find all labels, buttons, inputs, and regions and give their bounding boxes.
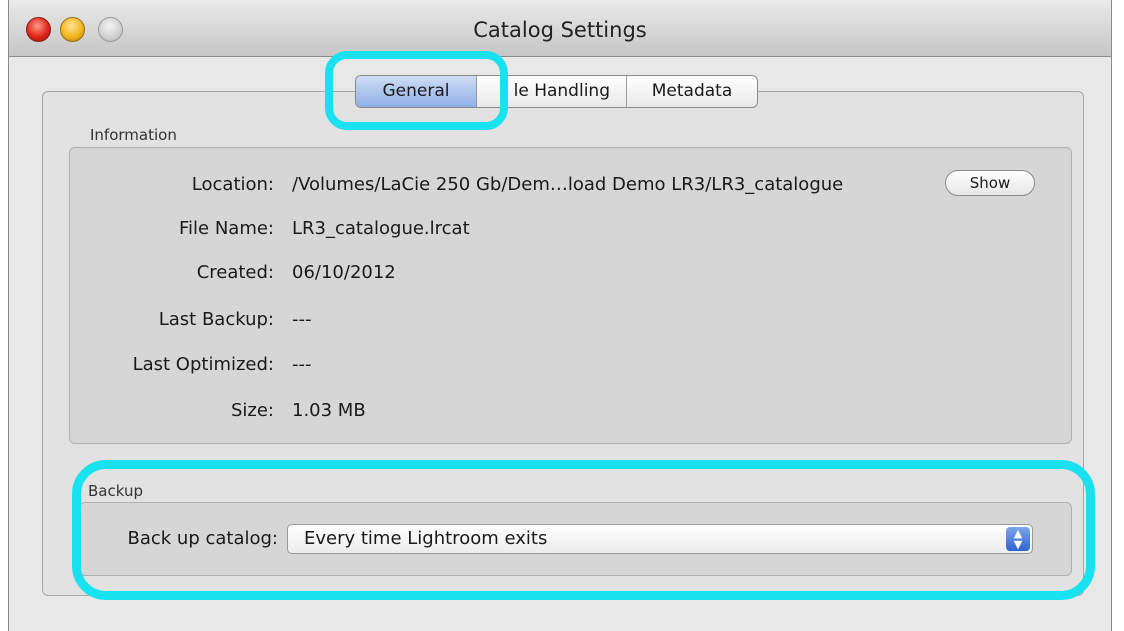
created-label: Created: [196, 262, 274, 283]
location-label: Location: [191, 174, 274, 195]
title-bar: Catalog Settings [9, 0, 1111, 57]
size-label: Size: [230, 400, 274, 421]
general-tab-highlight [325, 51, 508, 130]
last-optimized-label: Last Optimized: [132, 354, 274, 375]
file-name-value: LR3_catalogue.lrcat [292, 218, 470, 239]
file-name-label: File Name: [178, 218, 274, 239]
last-backup-label: Last Backup: [158, 309, 274, 330]
backup-section-highlight [72, 460, 1095, 600]
last-backup-value: --- [292, 309, 312, 330]
created-value: 06/10/2012 [292, 262, 396, 283]
information-section-label: Information [90, 126, 177, 144]
size-value: 1.03 MB [292, 400, 366, 421]
last-optimized-value: --- [292, 354, 312, 375]
tab-metadata[interactable]: Metadata [627, 76, 757, 107]
window-title: Catalog Settings [473, 18, 647, 42]
location-value: /Volumes/LaCie 250 Gb/Dem…load Demo LR3/… [292, 174, 844, 195]
show-button[interactable]: Show [945, 170, 1035, 196]
